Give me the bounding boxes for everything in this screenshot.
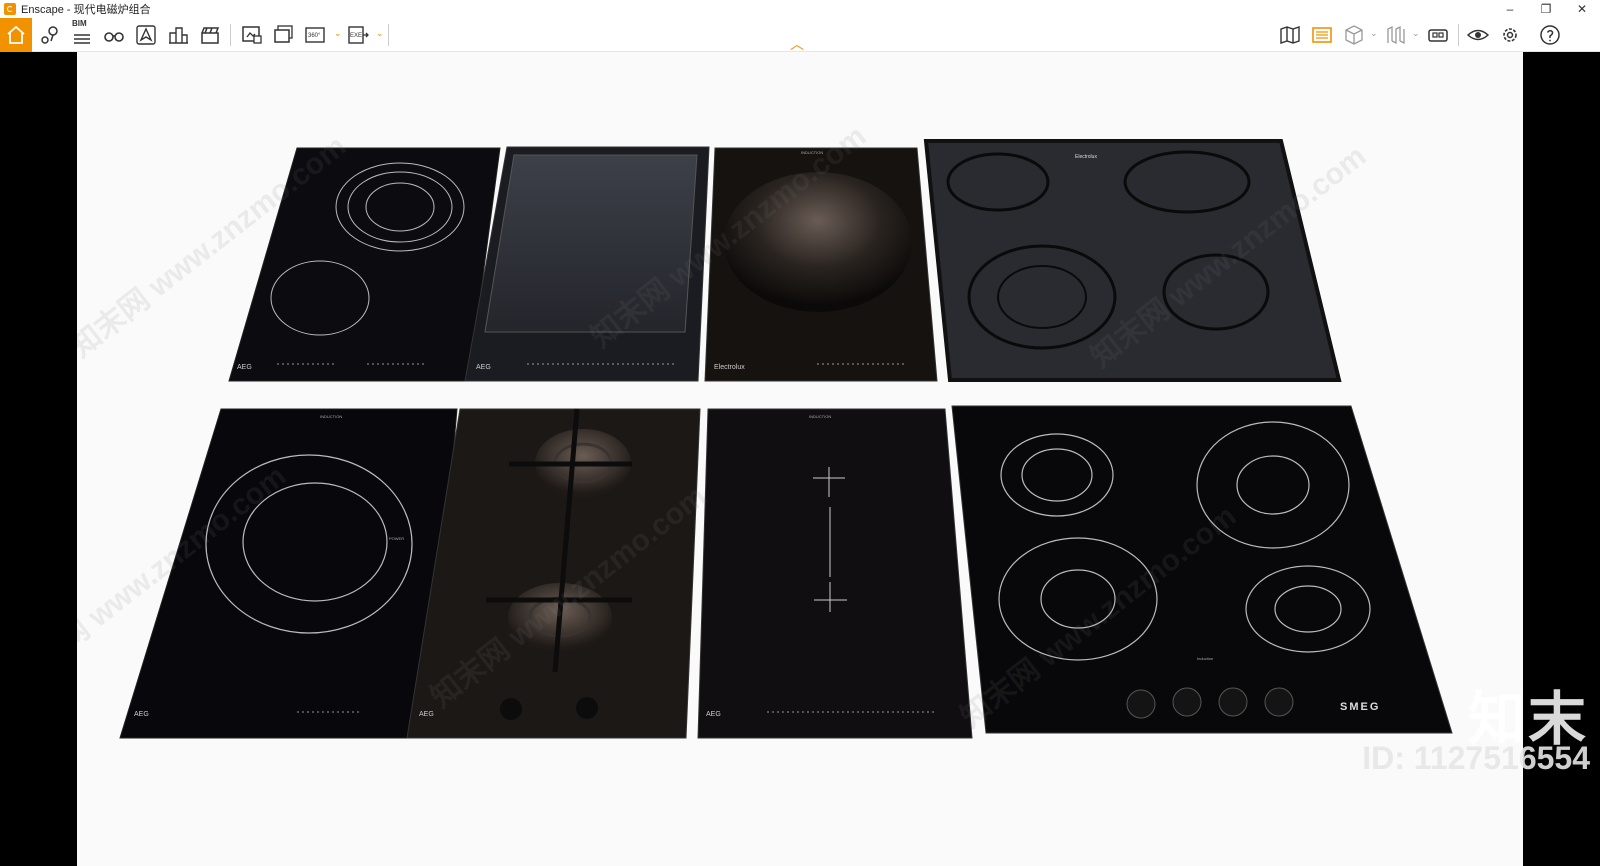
induction-label: INDUCTION — [809, 414, 831, 419]
toolbar-separator — [388, 24, 389, 46]
binoculars-icon — [104, 32, 124, 42]
brand-label: AEG — [476, 364, 491, 371]
induction-label: INDUCTION — [320, 414, 342, 419]
minimize-button[interactable]: – — [1492, 0, 1528, 18]
cooktop-aeg-induction-2-zone[interactable]: INDUCTION AEG — [697, 408, 973, 739]
enscape-logo-icon — [4, 3, 16, 15]
title-bar: Enscape - 现代电磁炉组合 – ❐ ✕ — [0, 0, 1600, 18]
settings-icon — [1503, 28, 1517, 42]
navigation-icon — [136, 25, 156, 45]
cube-button[interactable] — [1340, 20, 1368, 50]
bim-button[interactable] — [68, 20, 96, 50]
close-button[interactable]: ✕ — [1564, 0, 1600, 18]
home-button[interactable] — [0, 18, 32, 52]
cube-icon — [1345, 25, 1363, 45]
panorama-360-icon: 360° — [305, 27, 325, 43]
material-icon — [1387, 25, 1405, 45]
buildings-button[interactable] — [164, 20, 192, 50]
screenshot-button[interactable] — [238, 20, 266, 50]
export-dropdown-icon[interactable]: ⌄ — [376, 28, 384, 39]
video-editor-button[interactable] — [196, 20, 224, 50]
toolbar-separator — [1458, 24, 1459, 46]
export-exe-icon: EXE — [348, 26, 369, 44]
vr-headset-button[interactable] — [1424, 20, 1452, 50]
help-icon — [1540, 25, 1560, 45]
export-label: EXE — [350, 33, 362, 39]
cube-dropdown-icon[interactable]: ⌄ — [1370, 28, 1378, 39]
map-icon — [1280, 26, 1300, 44]
brand-label: AEG — [706, 711, 721, 718]
toolbar-separator — [230, 24, 231, 46]
asset-id-label: ID: 1127516554 — [1362, 740, 1590, 776]
brand-label: SMEG — [1340, 701, 1380, 713]
brand-label: AEG — [237, 364, 252, 371]
brand-label: AEG — [419, 711, 434, 718]
help-button[interactable] — [1536, 20, 1564, 50]
home-icon — [7, 25, 25, 44]
window-title: Enscape - 现代电磁炉组合 — [21, 4, 151, 16]
asset-library-button[interactable] — [1308, 20, 1336, 50]
panorama-label: 360° — [308, 33, 321, 39]
settings-button[interactable] — [1496, 20, 1524, 50]
batch-render-icon — [274, 25, 293, 43]
buildings-icon — [169, 27, 188, 44]
material-button[interactable] — [1382, 20, 1410, 50]
brand-label: AEG — [134, 711, 149, 718]
location-button[interactable] — [36, 20, 64, 50]
bim-icon — [74, 34, 90, 44]
panorama-dropdown-icon[interactable]: ⌄ — [334, 28, 342, 39]
brand-label: Electrolux — [1075, 154, 1097, 160]
location-icon — [41, 26, 58, 44]
map-button[interactable] — [1276, 20, 1304, 50]
binoculars-button[interactable] — [100, 20, 128, 50]
vr-headset-icon — [1428, 29, 1448, 42]
brand-label: Electrolux — [714, 364, 745, 371]
panorama-button[interactable]: 360° — [302, 20, 330, 50]
material-dropdown-icon[interactable]: ⌄ — [1412, 28, 1420, 39]
export-button[interactable]: EXE — [344, 20, 372, 50]
screenshot-icon — [242, 26, 262, 44]
asset-library-icon — [1312, 27, 1332, 43]
power-label: POWER — [389, 536, 404, 541]
clapperboard-icon — [201, 27, 220, 44]
navigation-button[interactable] — [132, 20, 160, 50]
visibility-icon — [1466, 29, 1490, 41]
collapse-toolbar-icon[interactable]: ︿ — [790, 34, 804, 54]
batch-render-button[interactable] — [270, 20, 298, 50]
render-viewport[interactable]: AEG AEG INDUCTION Electrolux Electrolux — [77, 52, 1523, 866]
visibility-button[interactable] — [1464, 20, 1492, 50]
induction-sublabel: Induction — [1197, 656, 1213, 661]
restore-button[interactable]: ❐ — [1528, 0, 1564, 18]
